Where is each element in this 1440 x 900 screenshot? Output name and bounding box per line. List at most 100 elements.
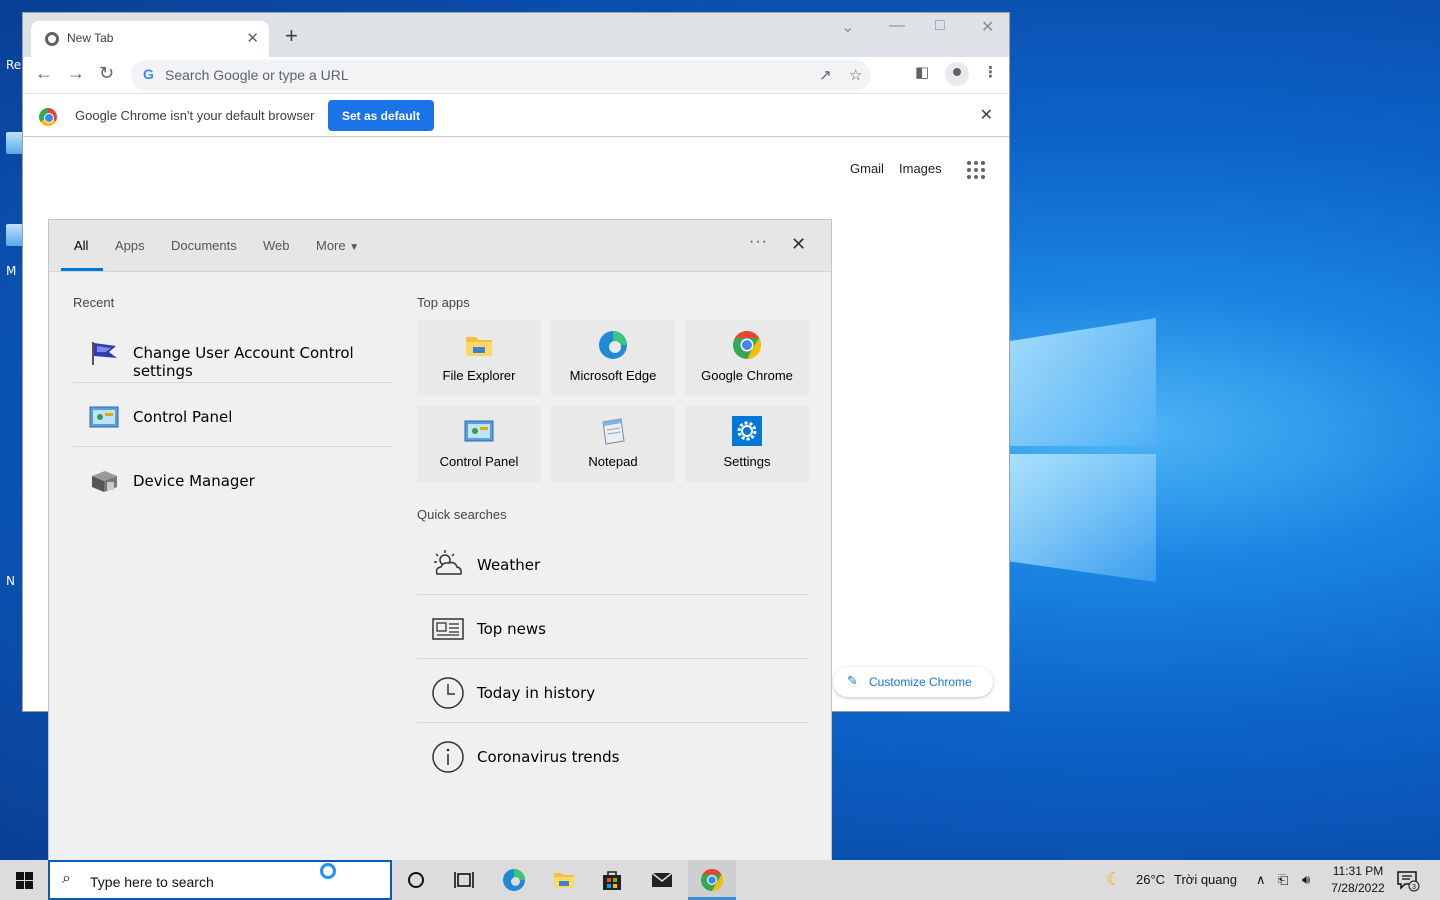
info-icon	[432, 741, 464, 773]
mail-icon	[651, 872, 673, 887]
app-tile-file-explorer[interactable]: File Explorer	[417, 320, 541, 396]
moon-weather-icon[interactable]: ☾	[1106, 869, 1122, 890]
recent-section-title: Recent	[73, 295, 115, 310]
search-icon: ⌕	[62, 870, 71, 887]
weather-temp[interactable]: 26°C	[1136, 872, 1165, 887]
recent-item[interactable]: Control Panel	[73, 384, 393, 448]
app-tile-microsoft-edge[interactable]: Microsoft Edge	[551, 320, 675, 396]
taskbar-file-explorer[interactable]	[540, 860, 588, 900]
tab-apps[interactable]: Apps	[115, 238, 145, 253]
top-apps-section-title: Top apps	[417, 295, 470, 310]
chrome-logo-icon	[39, 108, 57, 126]
tab-all[interactable]: All	[74, 238, 88, 253]
desktop-label-fragment: Re	[6, 58, 22, 72]
quick-search-label: Weather	[477, 556, 541, 574]
taskbar-mail[interactable]	[638, 860, 686, 900]
infobar-close-icon[interactable]: ✕	[980, 105, 993, 125]
quick-search-label: Top news	[477, 620, 546, 638]
clock-date: 7/28/2022	[1331, 881, 1385, 895]
app-tile-label: Microsoft Edge	[569, 368, 657, 383]
caret-down-icon: ▼	[349, 242, 360, 253]
clock[interactable]: 11:31 PM 7/28/2022	[1326, 863, 1390, 897]
chrome-icon	[733, 331, 761, 359]
taskbar-chrome[interactable]	[688, 860, 736, 900]
forward-arrow-icon[interactable]: →	[67, 63, 85, 84]
quick-searches-section-title: Quick searches	[417, 507, 507, 522]
app-tile-control-panel[interactable]: Control Panel	[417, 406, 541, 482]
quick-search-item[interactable]: Weather	[417, 532, 809, 596]
google-g-icon: G	[143, 66, 154, 82]
reload-icon[interactable]: ↻	[99, 63, 114, 84]
control-panel-icon	[89, 406, 119, 428]
file-explorer-icon	[466, 337, 492, 356]
quick-search-item[interactable]: Today in history	[417, 660, 809, 724]
settings-gear-icon	[732, 416, 762, 446]
tab-more[interactable]: More ▼	[316, 238, 359, 253]
window-close-icon[interactable]: ✕	[981, 17, 994, 37]
kebab-menu-icon[interactable]: ⋮	[983, 63, 998, 81]
new-tab-button[interactable]: +	[285, 25, 298, 47]
notification-count: 3	[1412, 884, 1416, 891]
start-button[interactable]	[0, 860, 48, 900]
tab-documents[interactable]: Documents	[171, 238, 237, 253]
gmail-link[interactable]: Gmail	[850, 161, 884, 176]
tab-search-chevron-icon[interactable]: ⌄	[841, 17, 854, 37]
volume-icon[interactable]: 🔊︎	[1302, 872, 1310, 888]
quick-search-item[interactable]: Top news	[417, 596, 809, 660]
taskbar-store[interactable]	[588, 860, 636, 900]
google-apps-grid-icon[interactable]	[967, 161, 985, 179]
app-tile-notepad[interactable]: Notepad	[551, 406, 675, 482]
store-bag-icon	[603, 871, 621, 890]
divider	[417, 722, 809, 723]
recent-item[interactable]: Change User Account Control settings	[73, 320, 393, 384]
omnibox[interactable]: G Search Google or type a URL ↗ ☆	[131, 60, 871, 90]
file-explorer-icon	[554, 873, 574, 888]
profile-avatar-icon[interactable]	[945, 62, 969, 86]
divider	[417, 658, 809, 659]
set-as-default-button[interactable]: Set as default	[328, 100, 434, 131]
customize-chrome-label: Customize Chrome	[869, 675, 972, 689]
pencil-icon: ✎	[847, 673, 858, 688]
action-center-icon[interactable]: 3	[1396, 868, 1420, 892]
more-options-icon[interactable]: ···	[749, 233, 768, 251]
divider	[73, 446, 393, 447]
toolbar: ← → ↻ G Search Google or type a URL ↗ ☆ …	[23, 57, 1009, 93]
maximize-icon[interactable]: □	[935, 17, 945, 35]
images-link[interactable]: Images	[899, 161, 942, 176]
quick-search-label: Today in history	[477, 684, 596, 702]
customize-chrome-button[interactable]: ✎ Customize Chrome	[833, 667, 993, 697]
uac-flag-icon	[92, 342, 117, 365]
recent-item[interactable]: Device Manager	[73, 448, 393, 512]
taskbar-search-box[interactable]: ⌕ Type here to search	[48, 860, 392, 900]
notepad-icon	[602, 418, 625, 445]
search-scope-tabs: All Apps Documents Web More ▼ ··· ✕	[49, 220, 831, 272]
network-icon[interactable]: ⎗	[1278, 872, 1288, 888]
taskbar-edge[interactable]	[490, 860, 538, 900]
minimize-icon[interactable]: —	[889, 17, 905, 35]
news-icon	[432, 618, 464, 640]
side-panel-icon[interactable]: ◧	[915, 63, 929, 81]
app-tile-label: Notepad	[588, 454, 638, 469]
quick-search-item[interactable]: Coronavirus trends	[417, 724, 809, 788]
task-view-icon	[454, 872, 474, 888]
weather-desc[interactable]: Trời quang	[1174, 872, 1237, 887]
control-panel-icon	[464, 420, 494, 442]
tab-close-icon[interactable]: ✕	[246, 29, 259, 47]
cortana-button[interactable]	[392, 860, 440, 900]
device-manager-icon	[92, 471, 117, 492]
taskbar: ⌕ Type here to search ☾ 26°C Trời quang …	[0, 860, 1440, 900]
share-icon[interactable]: ↗	[819, 66, 832, 84]
task-view-button[interactable]	[440, 860, 488, 900]
app-tile-settings[interactable]: Settings	[685, 406, 809, 482]
bookmark-star-icon[interactable]: ☆	[849, 66, 862, 84]
tab-new-tab[interactable]: New Tab ✕	[31, 21, 269, 57]
tab-web[interactable]: Web	[263, 238, 290, 253]
app-tile-google-chrome[interactable]: Google Chrome	[685, 320, 809, 396]
back-arrow-icon[interactable]: ←	[35, 63, 53, 84]
windows-logo-wallpaper	[1010, 318, 1156, 582]
show-hidden-icons-chevron-icon[interactable]: ∧	[1256, 872, 1266, 888]
taskbar-search-placeholder: Type here to search	[90, 874, 214, 890]
panel-close-icon[interactable]: ✕	[791, 234, 806, 255]
cortana-circle-icon	[408, 872, 424, 888]
app-tile-label: Settings	[723, 454, 771, 469]
